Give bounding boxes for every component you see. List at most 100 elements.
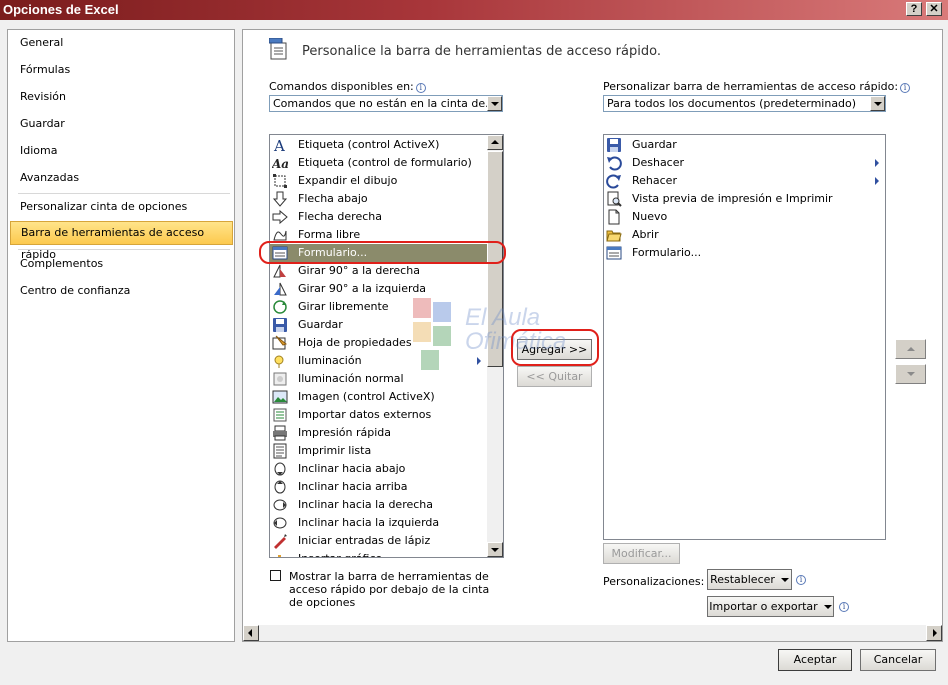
toolbar-item[interactable]: Rehacer bbox=[604, 172, 885, 190]
modify-button[interactable]: Modificar... bbox=[603, 543, 680, 564]
toolbar-item[interactable]: Nuevo bbox=[604, 208, 885, 226]
available-item[interactable]: Inclinar hacia la derecha bbox=[270, 496, 487, 514]
available-item[interactable]: Inclinar hacia la izquierda bbox=[270, 514, 487, 532]
available-item[interactable]: Expandir el dibujo bbox=[270, 172, 487, 190]
toolbar-item-label: Rehacer bbox=[632, 174, 677, 187]
available-item[interactable]: Aa Etiqueta (control de formulario) bbox=[270, 154, 487, 172]
available-item-label: Etiqueta (control de formulario) bbox=[298, 156, 472, 169]
dropdown-arrow-icon bbox=[780, 578, 789, 582]
move-up-button[interactable] bbox=[895, 339, 926, 359]
available-item[interactable]: Iluminación normal bbox=[270, 370, 487, 388]
available-item[interactable]: Insertar gráfico bbox=[270, 550, 487, 557]
nav-item-formulas[interactable]: Fórmulas bbox=[8, 58, 234, 82]
nav-item-save[interactable]: Guardar bbox=[8, 112, 234, 136]
available-item[interactable]: Inclinar hacia arriba bbox=[270, 478, 487, 496]
available-item-label: Formulario... bbox=[298, 246, 368, 259]
tilt-down-icon bbox=[274, 462, 286, 476]
available-item-label: Forma libre bbox=[298, 228, 361, 241]
customize-toolbar-label-text: Personalizar barra de herramientas de ac… bbox=[603, 80, 899, 93]
nav-item-quick-access-toolbar[interactable]: Barra de herramientas de acceso rápido bbox=[10, 221, 233, 261]
available-item[interactable]: Hoja de propiedades bbox=[270, 334, 487, 352]
import-export-button-label: Importar o exportar bbox=[709, 600, 818, 613]
undo-icon bbox=[607, 156, 622, 171]
show-below-ribbon-checkbox[interactable] bbox=[270, 570, 281, 581]
svg-text:A: A bbox=[273, 137, 285, 153]
nav-divider bbox=[18, 249, 230, 250]
new-icon bbox=[608, 209, 620, 225]
info-icon: i bbox=[900, 83, 911, 93]
chevron-down-icon[interactable] bbox=[487, 96, 502, 111]
available-item[interactable]: Flecha abajo bbox=[270, 190, 487, 208]
toolbar-commands-list[interactable]: Guardar Deshacer Rehacer Vista previa de im… bbox=[603, 134, 886, 540]
available-commands-list[interactable]: A Etiqueta (control ActiveX) Aa Etiqueta (c… bbox=[269, 134, 504, 558]
available-item[interactable]: Impresión rápida bbox=[270, 424, 487, 442]
category-nav: General Fórmulas Revisión Guardar Idioma… bbox=[7, 29, 235, 642]
available-item[interactable]: Girar 90° a la derecha bbox=[270, 262, 487, 280]
toolbar-item[interactable]: Abrir bbox=[604, 226, 885, 244]
save-icon bbox=[273, 318, 287, 332]
window-title: Opciones de Excel bbox=[3, 2, 119, 17]
available-item[interactable]: Imprimir lista bbox=[270, 442, 487, 460]
scroll-right-button[interactable] bbox=[926, 625, 942, 641]
nav-item-general[interactable]: General bbox=[8, 31, 234, 55]
available-item[interactable]: Flecha derecha bbox=[270, 208, 487, 226]
nav-item-addins[interactable]: Complementos bbox=[8, 252, 234, 276]
available-item[interactable]: Iluminación bbox=[270, 352, 487, 370]
available-item[interactable]: Importar datos externos bbox=[270, 406, 487, 424]
available-commands-select[interactable]: Comandos que no están en la cinta de... bbox=[269, 95, 503, 112]
letter-a-icon: A bbox=[273, 137, 285, 153]
chevron-down-icon[interactable] bbox=[870, 96, 885, 111]
available-item-label: Girar libremente bbox=[298, 300, 389, 313]
toolbar-item-label: Deshacer bbox=[632, 156, 685, 169]
form-icon bbox=[606, 246, 622, 260]
available-item[interactable]: Inclinar hacia abajo bbox=[270, 460, 487, 478]
cancel-button[interactable]: Cancelar bbox=[860, 649, 936, 671]
info-icon: i bbox=[796, 575, 806, 585]
scroll-up-button[interactable] bbox=[487, 135, 503, 150]
nav-divider bbox=[18, 193, 230, 194]
available-item-label: Etiqueta (control ActiveX) bbox=[298, 138, 440, 151]
close-button[interactable]: ✕ bbox=[926, 2, 942, 16]
move-down-button[interactable] bbox=[895, 364, 926, 384]
nav-item-customize-ribbon[interactable]: Personalizar cinta de opciones bbox=[8, 195, 234, 219]
toolbar-item[interactable]: Vista previa de impresión e Imprimir bbox=[604, 190, 885, 208]
available-item[interactable]: Iniciar entradas de lápiz bbox=[270, 532, 487, 550]
nav-item-language[interactable]: Idioma bbox=[8, 139, 234, 163]
scroll-thumb[interactable] bbox=[487, 151, 503, 367]
available-item[interactable]: Imagen (control ActiveX) bbox=[270, 388, 487, 406]
nav-item-revision[interactable]: Revisión bbox=[8, 85, 234, 109]
customize-toolbar-label: Personalizar barra de herramientas de ac… bbox=[603, 80, 911, 93]
dialog-body: General Fórmulas Revisión Guardar Idioma… bbox=[0, 20, 948, 685]
toolbar-item[interactable]: Deshacer bbox=[604, 154, 885, 172]
available-item[interactable]: Girar libremente bbox=[270, 298, 487, 316]
available-item[interactable]: Girar 90° a la izquierda bbox=[270, 280, 487, 298]
reset-button[interactable]: Restablecer bbox=[707, 569, 792, 590]
help-button[interactable]: ? bbox=[906, 2, 922, 16]
add-button[interactable]: Agregar >> bbox=[517, 339, 592, 360]
nav-item-advanced[interactable]: Avanzadas bbox=[8, 166, 234, 190]
add-button-label: Agregar >> bbox=[521, 343, 588, 356]
toolbar-item[interactable]: Guardar bbox=[604, 136, 885, 154]
toolbar-item[interactable]: Formulario... bbox=[604, 244, 885, 262]
available-item[interactable]: Formulario... bbox=[270, 244, 487, 262]
scroll-left-button[interactable] bbox=[243, 625, 259, 641]
import-export-button[interactable]: Importar o exportar bbox=[707, 596, 834, 617]
remove-button-label: << Quitar bbox=[526, 370, 583, 383]
horizontal-scrollbar[interactable] bbox=[243, 625, 942, 641]
import-icon bbox=[273, 408, 287, 422]
scroll-down-button[interactable] bbox=[487, 542, 503, 557]
available-item-label: Importar datos externos bbox=[298, 408, 432, 421]
toolbar-scope-select[interactable]: Para todos los documentos (predeterminad… bbox=[603, 95, 886, 112]
svg-text:Aa: Aa bbox=[272, 157, 288, 171]
available-item-label: Imprimir lista bbox=[298, 444, 372, 457]
ok-button[interactable]: Aceptar bbox=[778, 649, 852, 671]
vertical-scrollbar[interactable] bbox=[487, 135, 503, 557]
available-item[interactable]: Guardar bbox=[270, 316, 487, 334]
nav-item-trust-center[interactable]: Centro de confianza bbox=[8, 279, 234, 303]
available-item[interactable]: A Etiqueta (control ActiveX) bbox=[270, 136, 487, 154]
info-icon: i bbox=[839, 602, 849, 612]
remove-button[interactable]: << Quitar bbox=[517, 366, 592, 387]
modify-button-label: Modificar... bbox=[611, 547, 672, 560]
show-below-ribbon-label: Mostrar la barra de herramientas de acce… bbox=[289, 570, 490, 609]
available-item[interactable]: Forma libre bbox=[270, 226, 487, 244]
